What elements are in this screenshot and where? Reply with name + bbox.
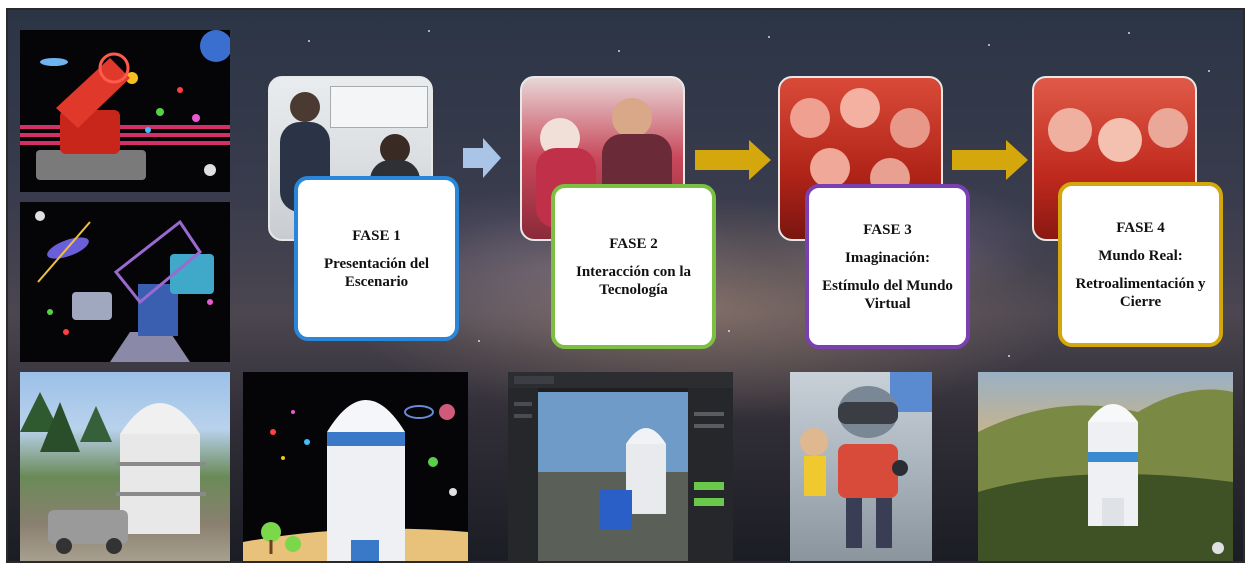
observatory-building-icon <box>20 392 206 554</box>
telescope-blue-icon <box>35 211 214 362</box>
fase4-subtitle: Mundo Real: <box>1098 247 1183 264</box>
arrow-right-icon <box>952 140 1028 180</box>
fase2-title: FASE 2 <box>609 235 658 252</box>
telescope-red-icon <box>20 30 230 180</box>
fase4-description: Retroalimentación y Cierre <box>1075 275 1206 310</box>
editor-window-icon <box>508 372 733 561</box>
telescope-dome-render-tile <box>20 202 230 362</box>
aerial-observatory-photo-tile <box>978 372 1233 561</box>
fase2-description: Interacción con la Tecnología <box>576 263 691 298</box>
telescope-render-tile <box>20 30 230 192</box>
dome-cartoon-icon <box>243 400 468 561</box>
child-with-headset-icon <box>800 372 932 548</box>
dome-cartoon-tile <box>243 372 468 561</box>
fase4-box: FASE 4 Mundo Real: Retroalimentación y C… <box>1058 182 1223 347</box>
arrow-right-icon <box>463 138 501 178</box>
fase3-description: Estímulo del Mundo Virtual <box>822 277 953 312</box>
child-vr-headset-photo-tile <box>790 372 932 561</box>
fase1-box: FASE 1 Presentación del Escenario <box>294 176 459 341</box>
fase1-description: Presentación del Escenario <box>323 255 430 290</box>
fase3-box: FASE 3 Imaginación: Estímulo del Mundo V… <box>805 184 970 349</box>
diagram-frame: FASE 1 Presentación del Escenario FASE 2… <box>6 8 1245 563</box>
fase1-title: FASE 1 <box>352 227 401 244</box>
aerial-observatory-icon <box>978 389 1233 561</box>
fase3-title: FASE 3 <box>863 221 912 238</box>
arrow-right-icon <box>695 140 771 180</box>
vr-editor-screenshot-tile <box>508 372 733 561</box>
fase4-title: FASE 4 <box>1116 219 1165 236</box>
observatory-photo-tile <box>20 372 230 561</box>
fase3-subtitle: Imaginación: <box>844 249 930 266</box>
fase2-box: FASE 2 Interacción con la Tecnología <box>551 184 716 349</box>
